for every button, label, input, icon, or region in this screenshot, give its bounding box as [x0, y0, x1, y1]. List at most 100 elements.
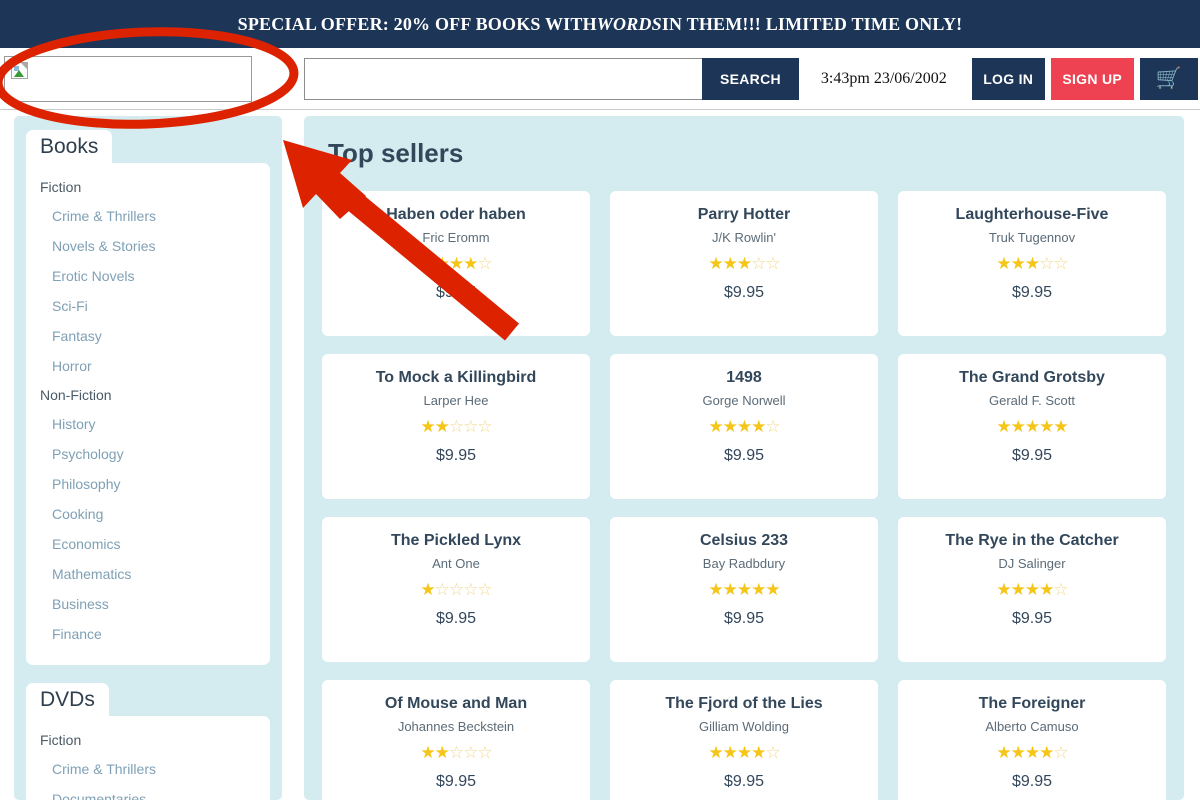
search-input[interactable]	[304, 57, 702, 100]
star-icon: ★	[448, 254, 464, 274]
product-price: $9.95	[1011, 284, 1053, 302]
sidebar-item-horror[interactable]: Horror	[26, 351, 270, 381]
sidebar-item-dvd-documentaries[interactable]: Documentaries	[26, 784, 270, 800]
sidebar-item-mathematics[interactable]: Mathematics	[26, 559, 270, 589]
product-author: DJ Salinger	[998, 556, 1066, 572]
star-icon: ★	[420, 254, 435, 274]
star-icon: ★	[736, 743, 752, 763]
product-rating-stars: ★★★★☆	[620, 744, 868, 761]
product-author: Gerald F. Scott	[989, 393, 1075, 409]
sidebar-item-crime-thrillers[interactable]: Crime & Thrillers	[26, 201, 270, 231]
cart-button[interactable]: 🛒	[1139, 57, 1198, 100]
main-content: Top sellers Haben oder haben Fric Eromm ★★…	[304, 116, 1184, 800]
product-card[interactable]: The Foreigner Alberto Camuso ★★★★☆ $9.95	[898, 680, 1166, 800]
product-author: Truk Tugennov	[988, 230, 1076, 246]
sidebar-item-psychology[interactable]: Psychology	[26, 439, 270, 469]
star-icon: ☆	[765, 743, 780, 763]
product-card[interactable]: Parry Hotter J/K Rowlin' ★★★☆☆ $9.95	[610, 191, 878, 336]
product-author: Ant One	[432, 556, 480, 572]
product-price: $9.95	[723, 773, 765, 791]
product-title: 1498	[726, 369, 762, 386]
star-icon: ★	[751, 580, 766, 600]
star-icon: ☆	[463, 743, 478, 763]
star-icon: ★	[1053, 417, 1068, 437]
star-icon: ★	[751, 417, 766, 437]
star-icon: ★	[736, 580, 752, 600]
product-price: $9.95	[1011, 610, 1053, 628]
product-rating-stars: ★★★☆☆	[620, 255, 868, 272]
sidebar-item-economics[interactable]: Economics	[26, 529, 270, 559]
product-rating-stars: ★★☆☆☆	[332, 418, 580, 435]
product-card[interactable]: Laughterhouse-Five Truk Tugennov ★★★☆☆ $9.9…	[898, 191, 1166, 336]
product-title: Parry Hotter	[697, 206, 791, 223]
sidebar-item-fantasy[interactable]: Fantasy	[26, 321, 270, 351]
search-bar: SEARCH	[304, 57, 799, 100]
star-icon: ★	[996, 580, 1011, 600]
star-icon: ★	[1024, 254, 1040, 274]
star-icon: ☆	[1039, 254, 1054, 274]
star-icon: ★	[722, 254, 738, 274]
product-card[interactable]: Haben oder haben Fric Eromm ★★★★☆ $9.95	[322, 191, 590, 336]
page-root: SPECIAL OFFER: 20% OFF BOOKS WITH WORDS …	[0, 0, 1200, 800]
category-sidebar: Books Fiction Crime & Thrillers Novels &…	[14, 116, 282, 800]
product-title: Celsius 233	[699, 532, 789, 549]
signup-button[interactable]: SIGN UP	[1050, 57, 1134, 100]
product-title: The Fjord of the Lies	[665, 695, 823, 712]
product-author: Johannes Beckstein	[397, 719, 515, 735]
page-title: Top sellers	[328, 138, 464, 168]
star-icon: ☆	[448, 580, 464, 600]
product-title: The Foreigner	[978, 695, 1086, 712]
product-rating-stars: ★★★★☆	[908, 744, 1156, 761]
sidebar-item-novels-stories[interactable]: Novels & Stories	[26, 231, 270, 261]
product-card[interactable]: The Fjord of the Lies Gilliam Wolding ★★★★…	[610, 680, 878, 800]
product-card[interactable]: Of Mouse and Man Johannes Beckstein ★★☆☆☆ $…	[322, 680, 590, 800]
product-card[interactable]: The Rye in the Catcher DJ Salinger ★★★★☆ $9…	[898, 517, 1166, 662]
logo-placeholder[interactable]	[4, 55, 252, 102]
sidebar-section-dvd-fiction: Fiction	[40, 732, 82, 748]
star-icon: ★	[1024, 580, 1040, 600]
product-rating-stars: ★☆☆☆☆	[332, 581, 580, 598]
sidebar-item-history[interactable]: History	[26, 409, 270, 439]
product-rating-stars: ★★★★☆	[620, 418, 868, 435]
product-rating-stars: ★★★★☆	[908, 581, 1156, 598]
search-button[interactable]: SEARCH	[702, 57, 799, 100]
sidebar-item-cooking[interactable]: Cooking	[26, 499, 270, 529]
product-grid: Haben oder haben Fric Eromm ★★★★☆ $9.95 Parr…	[322, 191, 1166, 800]
product-card[interactable]: The Pickled Lynx Ant One ★☆☆☆☆ $9.95	[322, 517, 590, 662]
product-card[interactable]: To Mock a Killingbird Larper Hee ★★☆☆☆ $9.9…	[322, 354, 590, 499]
star-icon: ☆	[434, 580, 450, 600]
sidebar-tab-dvds[interactable]: DVDs	[26, 683, 109, 716]
product-title: Haben oder haben	[386, 206, 526, 223]
star-icon: ☆	[1053, 580, 1068, 600]
star-icon: ★	[736, 254, 752, 274]
product-price: $9.95	[435, 610, 477, 628]
sidebar-item-finance[interactable]: Finance	[26, 619, 270, 649]
promo-text-suffix: IN THEM!!! LIMITED TIME ONLY!	[661, 13, 963, 34]
sidebar-tab-books[interactable]: Books	[26, 130, 113, 163]
sidebar-item-business[interactable]: Business	[26, 589, 270, 619]
sidebar-item-sci-fi[interactable]: Sci-Fi	[26, 291, 270, 321]
sidebar-item-dvd-crime-thrillers[interactable]: Crime & Thrillers	[26, 754, 270, 784]
product-card[interactable]: The Grand Grotsby Gerald F. Scott ★★★★★ $9.…	[898, 354, 1166, 499]
star-icon: ★	[708, 580, 723, 600]
star-icon: ★	[434, 417, 450, 437]
star-icon: ★	[708, 417, 723, 437]
product-rating-stars: ★★☆☆☆	[332, 744, 580, 761]
product-card[interactable]: 1498 Gorge Norwell ★★★★☆ $9.95	[610, 354, 878, 499]
star-icon: ★	[1039, 417, 1054, 437]
login-button[interactable]: LOG IN	[971, 57, 1045, 100]
product-card[interactable]: Celsius 233 Bay Radbdury ★★★★★ $9.95	[610, 517, 878, 662]
star-icon: ★	[1039, 580, 1054, 600]
star-icon: ★	[1024, 743, 1040, 763]
star-icon: ★	[434, 254, 450, 274]
product-author: Larper Hee	[423, 393, 489, 409]
product-price: $9.95	[1011, 773, 1053, 791]
sidebar-item-erotic-novels[interactable]: Erotic Novels	[26, 261, 270, 291]
star-icon: ★	[1010, 743, 1026, 763]
product-rating-stars: ★★★★★	[908, 418, 1156, 435]
sidebar-item-philosophy[interactable]: Philosophy	[26, 469, 270, 499]
product-rating-stars: ★★★★☆	[332, 255, 580, 272]
star-icon: ★	[996, 743, 1011, 763]
product-author: Gilliam Wolding	[698, 719, 790, 735]
promo-text-emphasis: WORDS	[596, 13, 662, 34]
